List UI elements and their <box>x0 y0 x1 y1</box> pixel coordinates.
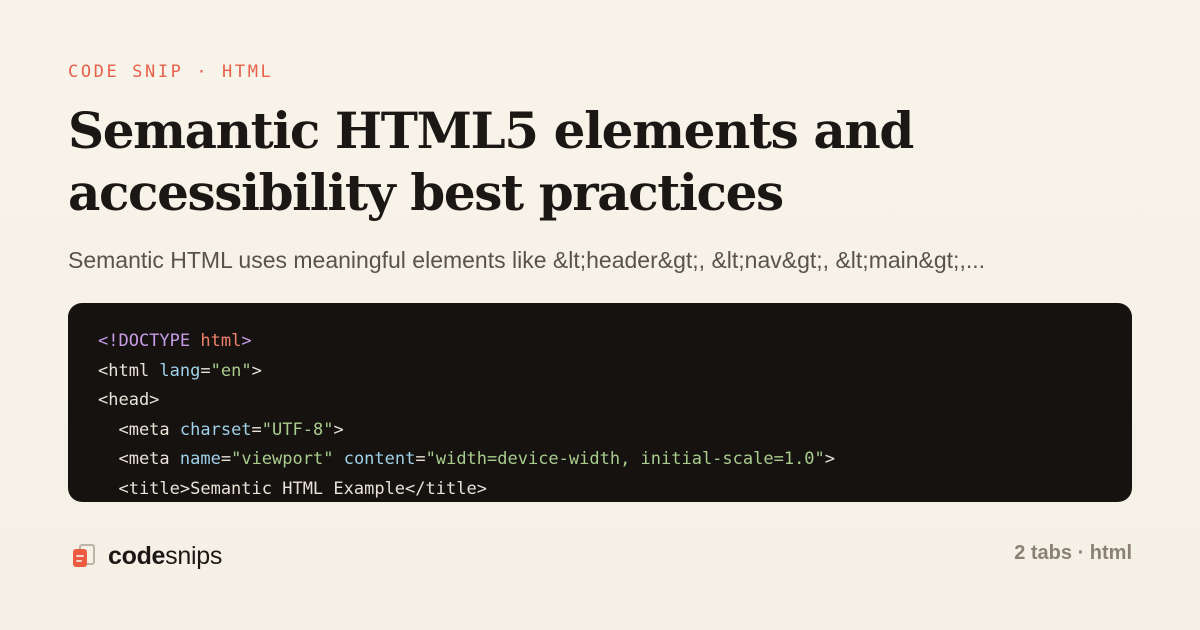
code-panel: <!DOCTYPE html> <html lang="en"> <head> <m… <box>68 303 1132 502</box>
code-line: <meta name="viewport" content="width=dev… <box>98 445 1132 475</box>
code-token: <!DOCTYPE <box>98 331 201 351</box>
code-token: <title>Semantic HTML Example</title> <box>98 478 487 499</box>
brand-lockup: codesnips <box>72 540 222 572</box>
code-snippet-cards-icon <box>72 542 95 570</box>
code-line: <meta charset="UTF-8"> <box>98 416 1132 446</box>
code-token: <meta <box>98 449 180 469</box>
code-token: = <box>251 419 262 440</box>
code-token: "width=device-width, initial-scale=1.0" <box>425 449 825 469</box>
code-token: <meta <box>98 419 180 440</box>
code-token: > <box>241 331 252 351</box>
eyebrow-label: CODE SNIP · HTML <box>68 62 274 82</box>
code-token: = <box>220 449 232 469</box>
code-token: html <box>200 331 242 351</box>
code-token: = <box>200 360 211 381</box>
code-line: <head> <box>98 386 1132 416</box>
code-token: name <box>179 449 221 469</box>
brand-name-rest: snips <box>165 541 223 570</box>
brand-name: codesnips <box>108 542 222 571</box>
code-line: <title>Semantic HTML Example</title> <box>98 475 1132 503</box>
page-title: Semantic HTML5 elements and accessibilit… <box>68 101 914 222</box>
code-token: > <box>333 419 344 440</box>
code-token: > <box>251 360 262 381</box>
code-token: content <box>343 449 416 469</box>
code-token: > <box>824 449 836 469</box>
code-line: <html lang="en"> <box>98 357 1132 387</box>
code-token: <head> <box>98 390 160 410</box>
code-token: <html <box>98 360 160 381</box>
code-line: <!DOCTYPE html> <box>98 327 1132 357</box>
code-token: charset <box>179 419 252 440</box>
snippet-description: Semantic HTML uses meaningful elements l… <box>68 247 986 273</box>
code-block: <!DOCTYPE html> <html lang="en"> <head> <m… <box>68 303 1132 502</box>
code-token: "UTF-8" <box>261 419 334 440</box>
snippet-meta: 2 tabs · html <box>1014 542 1132 564</box>
brand-name-bold: code <box>108 541 166 570</box>
code-token: "viewport" <box>231 449 334 469</box>
code-token: lang <box>159 360 201 381</box>
code-token: = <box>415 449 426 469</box>
code-token: "en" <box>210 360 252 381</box>
